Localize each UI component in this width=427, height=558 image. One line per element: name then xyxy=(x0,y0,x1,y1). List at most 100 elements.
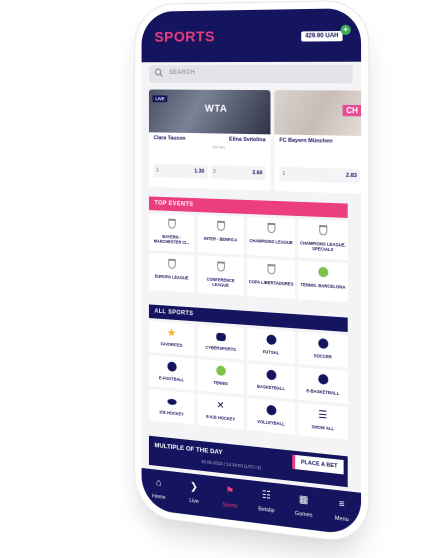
tile-label: EUROPA LEAGUE xyxy=(154,273,189,281)
nav-label: Menu xyxy=(334,515,349,524)
nav-menu[interactable]: ≡ Menu xyxy=(323,488,361,536)
motd-title: MULTIPLE OF THE DAY xyxy=(154,442,223,457)
tile-tennis[interactable]: TENNIS xyxy=(197,358,245,395)
tile-volleyball[interactable]: VOLLEYBALL xyxy=(247,397,296,435)
tile-soccer[interactable]: SOCCER xyxy=(298,331,348,368)
tile-label: BASKETBALL xyxy=(257,383,285,392)
nav-live[interactable]: ❯ Live xyxy=(176,472,211,518)
tile-ice-hockey[interactable]: ICE HOCKEY xyxy=(148,389,195,425)
odd-value: 1.30 xyxy=(194,168,205,175)
page-title: SPORTS xyxy=(154,28,216,46)
tennis-ball-icon xyxy=(317,266,329,280)
tennis-ball-icon xyxy=(215,365,226,378)
live-card[interactable]: LIVE WTA Clara Tauson Elina Svitolina 3r… xyxy=(148,89,271,191)
trophy-icon xyxy=(215,220,226,233)
tile-label: E-ICE HOCKEY xyxy=(206,413,236,422)
trophy-icon xyxy=(317,224,329,238)
hockey-sticks-icon: ✕ xyxy=(216,400,225,412)
set-score: 3rd Set xyxy=(212,144,225,150)
nav-home[interactable]: ⌂ Home xyxy=(142,468,177,513)
wta-logo: WTA xyxy=(204,103,228,115)
nav-games[interactable]: ▦ Games xyxy=(285,484,323,531)
tile-label: VOLLEYBALL xyxy=(257,418,285,427)
tile-inter-benfica[interactable]: INTER - BENFICA xyxy=(197,214,245,255)
odd-button[interactable]: 2 3.60 xyxy=(210,165,266,181)
tile-label: SHOW ALL xyxy=(311,424,335,432)
tile-label: E-FOOTBALL xyxy=(159,375,185,383)
sports-icon: ⚑ xyxy=(225,485,235,498)
motd-time: 15.06.2023 | 14:34:03 (UTC+3) xyxy=(201,458,261,471)
soccer-ball-icon xyxy=(317,338,329,351)
team-home: FC Bayern München xyxy=(279,137,333,145)
tile-basketball[interactable]: BASKETBALL xyxy=(247,362,296,400)
search-placeholder: SEARCH xyxy=(169,70,196,76)
tile-europa-league[interactable]: EUROPA LEAGUE xyxy=(148,252,195,293)
nav-sports[interactable]: ⚑ Sports xyxy=(212,476,248,522)
basketball-icon xyxy=(265,369,277,382)
tile-conference-league[interactable]: CONFERENCE LEAGUE xyxy=(197,255,245,296)
tile-e-ice-hockey[interactable]: ✕ E-ICE HOCKEY xyxy=(197,393,245,430)
gamepad-icon xyxy=(215,331,226,344)
tile-show-all[interactable]: ☰ SHOW ALL xyxy=(298,402,348,440)
tile-label: COPA LIBERTADORES xyxy=(248,279,294,287)
tile-label: FUTSAL xyxy=(262,349,280,356)
tile-label: FAVORITES xyxy=(160,341,183,348)
volleyball-icon xyxy=(265,404,277,418)
star-icon: ★ xyxy=(166,327,177,340)
match-teams: Clara Tauson Elina Svitolina xyxy=(154,135,266,143)
top-events-section: TOP EVENTS BAYERN - MANCHESTER CI... INTE… xyxy=(148,196,348,303)
soccer-ball-icon xyxy=(265,334,277,347)
odd-key: 1 xyxy=(282,170,286,178)
tile-label: ICE HOCKEY xyxy=(159,409,184,417)
team-away: Elina Svitolina xyxy=(229,136,266,144)
trophy-icon xyxy=(215,261,226,274)
tile-label: CONFERENCE LEAGUE xyxy=(206,276,235,288)
trophy-icon xyxy=(166,258,177,271)
phone-mockup: SPORTS 429.90 UAH + SEARCH LIVE WTA Clar… xyxy=(141,8,362,537)
betslip-icon: ☷ xyxy=(261,489,271,502)
tile-champions-league[interactable]: CHAMPIONS LEAGUE xyxy=(247,216,296,258)
plus-icon[interactable]: + xyxy=(340,24,351,36)
top-events-grid: BAYERN - MANCHESTER CI... INTER - BENFICA… xyxy=(148,212,348,303)
tile-label: BAYERN - MANCHESTER CI... xyxy=(153,234,190,246)
live-icon: ❯ xyxy=(190,481,198,494)
trophy-icon xyxy=(166,218,177,231)
tile-favorites[interactable]: ★ FAVORITES xyxy=(148,320,195,356)
tile-label: CHAMPIONS LEAGUE xyxy=(249,238,293,246)
phone-screen: SPORTS 429.90 UAH + SEARCH LIVE WTA Clar… xyxy=(141,8,362,537)
balance-badge[interactable]: 429.90 UAH xyxy=(301,30,343,42)
puck-icon xyxy=(166,395,177,408)
tile-label: CYBERSPORTS xyxy=(205,344,236,353)
live-card[interactable]: CH FC Bayern München 1 2.83 xyxy=(274,90,362,194)
odd-button[interactable]: 1 1.30 xyxy=(153,163,208,179)
nav-label: Home xyxy=(152,493,166,501)
odds-row: 1 1.30 2 3.60 xyxy=(153,163,266,181)
tile-label: SOCCER xyxy=(313,353,332,360)
odds-row: 1 2.83 xyxy=(279,166,361,184)
tile-e-football[interactable]: E-FOOTBALL xyxy=(148,354,195,391)
live-carousel[interactable]: LIVE WTA Clara Tauson Elina Svitolina 3r… xyxy=(148,89,362,195)
tile-e-basketball[interactable]: E-BASKETBALL xyxy=(298,367,348,404)
place-bet-button[interactable]: PLACE A BET xyxy=(291,454,344,475)
tile-label: E-BASKETBALL xyxy=(306,388,340,397)
app-header: SPORTS 429.90 UAH + xyxy=(141,8,362,63)
league-badge: CH xyxy=(343,104,362,117)
odd-value: 3.60 xyxy=(252,170,263,177)
tile-tennis-barcelona[interactable]: TENNIS. BARCELONA xyxy=(298,260,348,303)
team-home: Clara Tauson xyxy=(153,135,186,142)
nav-label: Betslip xyxy=(258,506,275,515)
tile-copa-libertadores[interactable]: COPA LIBERTADORES xyxy=(247,257,296,299)
tile-champions-league-specials[interactable]: CHAMPIONS LEAGUE. SPECIALS xyxy=(298,219,348,261)
odd-key: 1 xyxy=(156,167,160,174)
tile-cybersports[interactable]: CYBERSPORTS xyxy=(197,324,245,360)
odd-button[interactable]: 1 2.83 xyxy=(279,166,361,184)
stage: SPORTS 429.90 UAH + SEARCH LIVE WTA Clar… xyxy=(0,0,427,558)
search-bar[interactable]: SEARCH xyxy=(148,64,353,84)
games-icon: ▦ xyxy=(298,493,309,507)
menu-icon: ≡ xyxy=(338,498,345,511)
nav-betslip[interactable]: ☷ Betslip xyxy=(248,480,285,527)
tile-futsal[interactable]: FUTSAL xyxy=(247,327,296,364)
tile-label: CHAMPIONS LEAGUE. SPECIALS xyxy=(299,240,346,253)
tile-bayern-manchester-ci[interactable]: BAYERN - MANCHESTER CI... xyxy=(148,212,195,253)
all-sports-grid: ★ FAVORITES CYBERSPORTS FUTSAL SOCCER E-FOOTB… xyxy=(148,320,348,440)
